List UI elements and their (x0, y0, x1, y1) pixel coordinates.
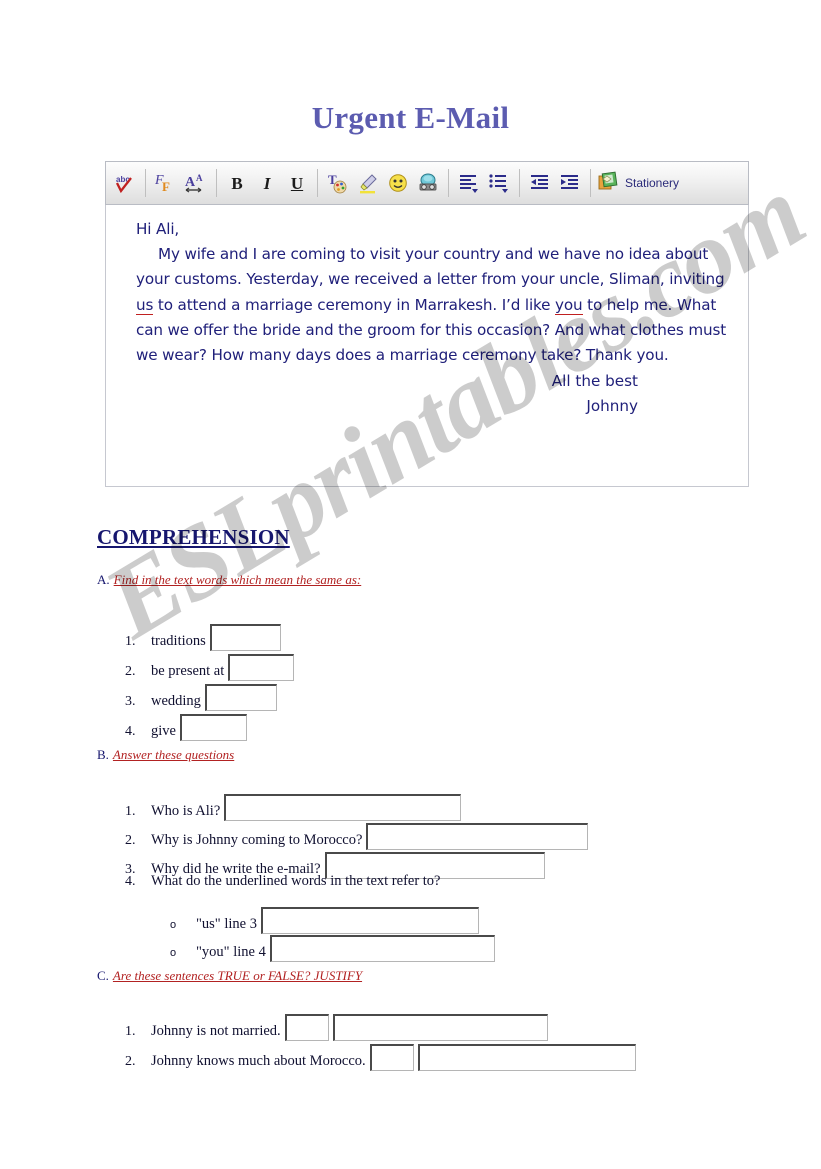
toolbar-separator (145, 169, 146, 197)
increase-indent-icon[interactable] (555, 166, 585, 200)
emoticon-icon[interactable] (383, 166, 413, 200)
item-label: "you" line 4 (196, 944, 266, 960)
toolbar-separator (590, 169, 591, 197)
item-label: Johnny knows much about Morocco. (151, 1053, 366, 1069)
underline-icon[interactable]: U (282, 166, 312, 200)
list-item: 2. be present at (125, 648, 295, 681)
svg-text:A: A (196, 173, 203, 183)
toolbar-separator (317, 169, 318, 197)
svg-text:A: A (185, 175, 196, 190)
email-text-part-1: My wife and I are coming to visit your c… (136, 245, 725, 289)
section-c-title: Are these sentences TRUE or FALSE? JUSTI… (112, 968, 363, 983)
font-size-icon[interactable]: A A (181, 166, 211, 200)
italic-icon[interactable]: I (252, 166, 282, 200)
toolbar-separator (519, 169, 520, 197)
font-icon[interactable]: F F (151, 166, 181, 200)
toolbar-separator (448, 169, 449, 197)
answer-box-justify[interactable] (417, 1044, 636, 1071)
email-signature: Johnny (586, 397, 638, 416)
email-closing-block: All the best Johnny (136, 369, 734, 419)
list-item: 1. traditions (125, 618, 281, 651)
item-label: give (151, 723, 176, 739)
item-label: What do the underlined words in the text… (151, 873, 441, 889)
list-item: 2. Why is Johnny coming to Morocco? (125, 817, 589, 850)
email-toolbar: abc F F A A B I U T Stationery (105, 161, 749, 205)
answer-box[interactable] (228, 654, 295, 681)
section-b-title: Answer these questions (112, 747, 235, 762)
answer-box-truefalse[interactable] (284, 1014, 329, 1041)
list-item: 4. give (125, 708, 247, 741)
list-item: 4. What do the underlined words in the t… (125, 873, 441, 890)
page-title: Urgent E-Mail (311, 100, 510, 135)
comprehension-heading: COMPREHENSION (97, 525, 290, 549)
section-c-letter: C. (97, 968, 109, 983)
bullet-list-icon[interactable] (484, 166, 514, 200)
section-a-label: A. Find in the text words which mean the … (97, 572, 361, 588)
highlight-icon[interactable] (353, 166, 383, 200)
section-b-label: B. Answer these questions (97, 747, 234, 763)
answer-box[interactable] (204, 684, 277, 711)
email-closing: All the best (551, 372, 638, 391)
decrease-indent-icon[interactable] (525, 166, 555, 200)
stationery-label: Stationery (625, 176, 680, 190)
bullet-marker: o (170, 947, 177, 959)
underlined-word-you: you (555, 295, 583, 315)
bold-icon[interactable]: B (222, 166, 252, 200)
insert-link-icon[interactable] (413, 166, 443, 200)
svg-text:F: F (162, 179, 170, 194)
section-c-label: C. Are these sentences TRUE or FALSE? JUS… (97, 968, 362, 984)
answer-box[interactable] (269, 935, 495, 962)
stationery-icon (598, 170, 620, 197)
list-item: o "you" line 4 (170, 929, 495, 962)
answer-box-justify[interactable] (332, 1014, 548, 1041)
answer-box-truefalse[interactable] (369, 1044, 414, 1071)
section-b-letter: B. (97, 747, 109, 762)
email-paragraph: My wife and I are coming to visit your c… (136, 242, 734, 368)
answer-box[interactable] (209, 624, 281, 651)
align-icon[interactable] (454, 166, 484, 200)
list-item: 1. Who is Ali? (125, 788, 462, 821)
email-body-editor[interactable]: Hi Ali, My wife and I are coming to visi… (105, 205, 749, 487)
stationery-button[interactable]: Stationery (596, 166, 685, 200)
font-color-icon[interactable]: T (323, 166, 353, 200)
email-composer-panel: abc F F A A B I U T Stationery Hi Ali, M… (105, 161, 749, 487)
section-a-title: Find in the text words which mean the sa… (113, 572, 362, 587)
item-number: 4. (125, 874, 136, 889)
item-number: 4. (125, 724, 136, 739)
email-greeting: Hi Ali, (136, 220, 180, 238)
underline-glyph: U (290, 173, 304, 193)
underlined-word-us: us (136, 295, 154, 315)
bold-glyph: B (231, 173, 243, 193)
italic-glyph: I (263, 173, 271, 193)
spelling-check-icon[interactable]: abc (110, 166, 140, 200)
list-item: 3. wedding (125, 678, 277, 711)
toolbar-separator (216, 169, 217, 197)
item-number: 2. (125, 1054, 136, 1069)
list-item: 1. Johnny is not married. (125, 1008, 548, 1041)
answer-box[interactable] (179, 714, 247, 741)
section-a-letter: A. (97, 572, 110, 587)
list-item: 2. Johnny knows much about Morocco. (125, 1038, 636, 1071)
email-text-part-2: to attend a marriage ceremony in Marrake… (153, 295, 556, 314)
